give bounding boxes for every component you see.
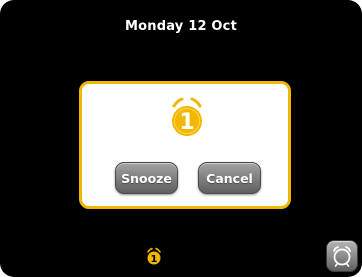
clock-screen: Monday 12 Oct 1 Snooze Cancel 1 bbox=[0, 0, 362, 277]
active-alarm-number: 1 bbox=[151, 254, 158, 265]
snooze-button[interactable]: Snooze bbox=[115, 162, 178, 194]
alarm-clock-icon bbox=[333, 246, 351, 267]
date-title: Monday 12 Oct bbox=[125, 19, 237, 34]
alarm-dialog: 1 Snooze Cancel bbox=[79, 81, 291, 209]
active-alarm-icon: 1 bbox=[147, 247, 161, 265]
alarm-bell-icon: 1 bbox=[172, 97, 202, 136]
alarm-settings-button[interactable] bbox=[326, 240, 358, 272]
cancel-button[interactable]: Cancel bbox=[198, 162, 261, 194]
alarm-number: 1 bbox=[179, 110, 194, 135]
